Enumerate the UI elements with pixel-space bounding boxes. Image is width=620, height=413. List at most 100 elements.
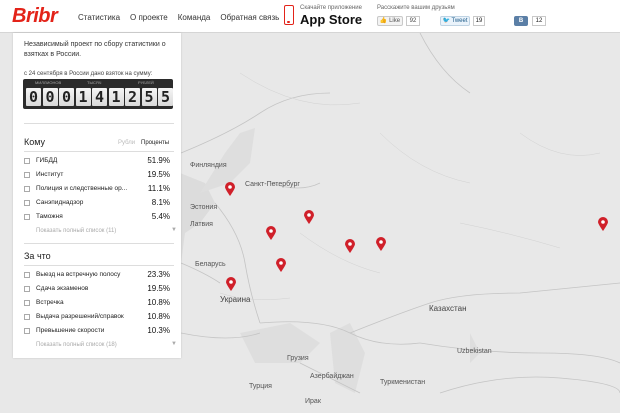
vk-share-button[interactable]: В <box>514 16 528 26</box>
list-item[interactable]: Встречка 10.8% <box>24 298 174 310</box>
map-pin-icon[interactable] <box>345 239 355 253</box>
checkbox[interactable] <box>24 214 30 220</box>
app-store-caption: Скачайте приложение <box>300 5 362 11</box>
app-store-link[interactable]: Скачайте приложение App Store <box>280 2 363 31</box>
like-count: 92 <box>406 16 420 26</box>
checkbox[interactable] <box>24 328 30 334</box>
list-item[interactable]: Санэпиднадзор 8.1% <box>24 198 174 210</box>
item-value: 19.5% <box>147 284 170 293</box>
twitter-bird-icon: 🐦 <box>442 18 450 24</box>
map-pin-icon[interactable] <box>225 182 235 196</box>
share-block: Расскажите вашим друзьям 👍 Like 92 🐦 Twe… <box>377 2 617 31</box>
tweet-button[interactable]: 🐦 Tweet <box>440 16 470 26</box>
section-title-who: Кому <box>24 137 46 147</box>
chevron-down-icon[interactable]: ▼ <box>171 227 177 233</box>
item-label: Выдача разрешений/справок <box>36 313 124 320</box>
item-value: 5.4% <box>151 212 170 221</box>
label-iraq: Ирак <box>305 398 321 405</box>
main-nav: Статистика О проекте Команда Обратная св… <box>78 13 289 22</box>
stats-panel: Независимый проект по сбору статистики о… <box>13 33 181 358</box>
counter-label-millions: МИЛЛИОНОВ <box>35 80 62 85</box>
checkbox[interactable] <box>24 172 30 178</box>
map-pin-icon[interactable] <box>276 258 286 272</box>
label-belarus: Беларусь <box>195 261 226 268</box>
list-item[interactable]: Таможня 5.4% <box>24 212 174 224</box>
item-label: Таможня <box>36 213 63 220</box>
counter-digit: 0 <box>59 88 74 106</box>
counter-digits: 0 0 0 1 4 1 2 5 5 <box>26 88 175 106</box>
toggle-percent[interactable]: Проценты <box>141 140 169 146</box>
item-label: ГИБДД <box>36 157 58 164</box>
checkbox[interactable] <box>24 314 30 320</box>
item-label: Полиция и следственные ор... <box>36 185 128 192</box>
checkbox[interactable] <box>24 286 30 292</box>
counter-digit: 1 <box>75 88 91 106</box>
label-turkmenistan: Туркменистан <box>380 379 426 386</box>
checkbox[interactable] <box>24 200 30 206</box>
label-estonia: Эстония <box>190 204 218 211</box>
item-label: Превышение скорости <box>36 327 105 334</box>
label-saint-petersburg: Санкт-Петербург <box>245 181 300 188</box>
item-label: Выезд на встречную полосу <box>36 271 121 278</box>
vk-count: 12 <box>532 16 546 26</box>
section-title-what: За что <box>24 251 51 261</box>
item-label: Встречка <box>36 299 64 306</box>
map-pin-icon[interactable] <box>376 237 386 251</box>
nav-item-team[interactable]: Команда <box>178 13 211 22</box>
divider <box>24 265 174 266</box>
list-item[interactable]: ГИБДД 51.9% <box>24 156 174 168</box>
nav-item-about[interactable]: О проекте <box>130 13 168 22</box>
counter-digit: 1 <box>108 88 124 106</box>
list-item[interactable]: Выдача разрешений/справок 10.8% <box>24 312 174 324</box>
list-item[interactable]: Институт 19.5% <box>24 170 174 182</box>
item-value: 10.3% <box>147 326 170 335</box>
map-pin-icon[interactable] <box>226 277 236 291</box>
counter-digit: 4 <box>92 88 107 106</box>
item-value: 10.8% <box>147 312 170 321</box>
list-item[interactable]: Полиция и следственные ор... 11.1% <box>24 184 174 196</box>
map-pin-icon[interactable] <box>266 226 276 240</box>
divider <box>24 243 174 244</box>
counter-digit: 2 <box>125 88 140 106</box>
show-all-link[interactable]: Показать полный список (18) <box>36 342 117 348</box>
divider <box>24 151 174 152</box>
item-label: Сдача экзаменов <box>36 285 89 292</box>
item-value: 8.1% <box>151 198 170 207</box>
bribe-counter: МИЛЛИОНОВ ТЫСЯЧ РУБЛЕЙ 0 0 0 1 4 1 2 5 5 <box>23 79 173 109</box>
counter-digit: 0 <box>26 88 41 106</box>
project-description: Независимый проект по сбору статистики о… <box>24 41 166 58</box>
thumb-icon: 👍 <box>379 18 388 24</box>
tweet-count: 19 <box>473 16 485 26</box>
checkbox[interactable] <box>24 300 30 306</box>
checkbox[interactable] <box>24 186 30 192</box>
toggle-rubles[interactable]: Рубли <box>118 140 135 146</box>
checkbox[interactable] <box>24 158 30 164</box>
map-pin-icon[interactable] <box>304 210 314 224</box>
list-item[interactable]: Выезд на встречную полосу 23.3% <box>24 270 174 282</box>
item-value: 11.1% <box>147 184 170 193</box>
share-caption: Расскажите вашим друзьям <box>377 5 455 11</box>
app-store-title: App Store <box>300 12 363 27</box>
counter-label-rubles: РУБЛЕЙ <box>138 80 154 85</box>
counter-digit: 5 <box>141 88 157 106</box>
phone-icon <box>284 5 294 25</box>
label-latvia: Латвия <box>190 221 213 228</box>
counter-digit: 5 <box>158 88 173 106</box>
facebook-like-button[interactable]: 👍 Like <box>377 16 403 26</box>
chevron-down-icon[interactable]: ▼ <box>171 341 177 347</box>
label-finland: Финляндия <box>190 162 227 169</box>
nav-item-feedback[interactable]: Обратная связь <box>220 13 279 22</box>
list-item[interactable]: Превышение скорости 10.3% <box>24 326 174 338</box>
list-item[interactable]: Сдача экзаменов 19.5% <box>24 284 174 296</box>
show-all-link[interactable]: Показать полный список (11) <box>36 228 116 234</box>
nav-item-statistics[interactable]: Статистика <box>78 13 120 22</box>
label-turkey: Турция <box>249 383 272 390</box>
label-azerbaijan: Азербайджан <box>310 373 354 380</box>
item-value: 23.3% <box>147 270 170 279</box>
map-pin-icon[interactable] <box>598 217 608 231</box>
label-uzbekistan: Uzbekistan <box>457 348 492 355</box>
logo[interactable]: Bribr <box>12 5 58 28</box>
checkbox[interactable] <box>24 272 30 278</box>
counter-digit: 0 <box>42 88 58 106</box>
item-value: 51.9% <box>147 156 170 165</box>
